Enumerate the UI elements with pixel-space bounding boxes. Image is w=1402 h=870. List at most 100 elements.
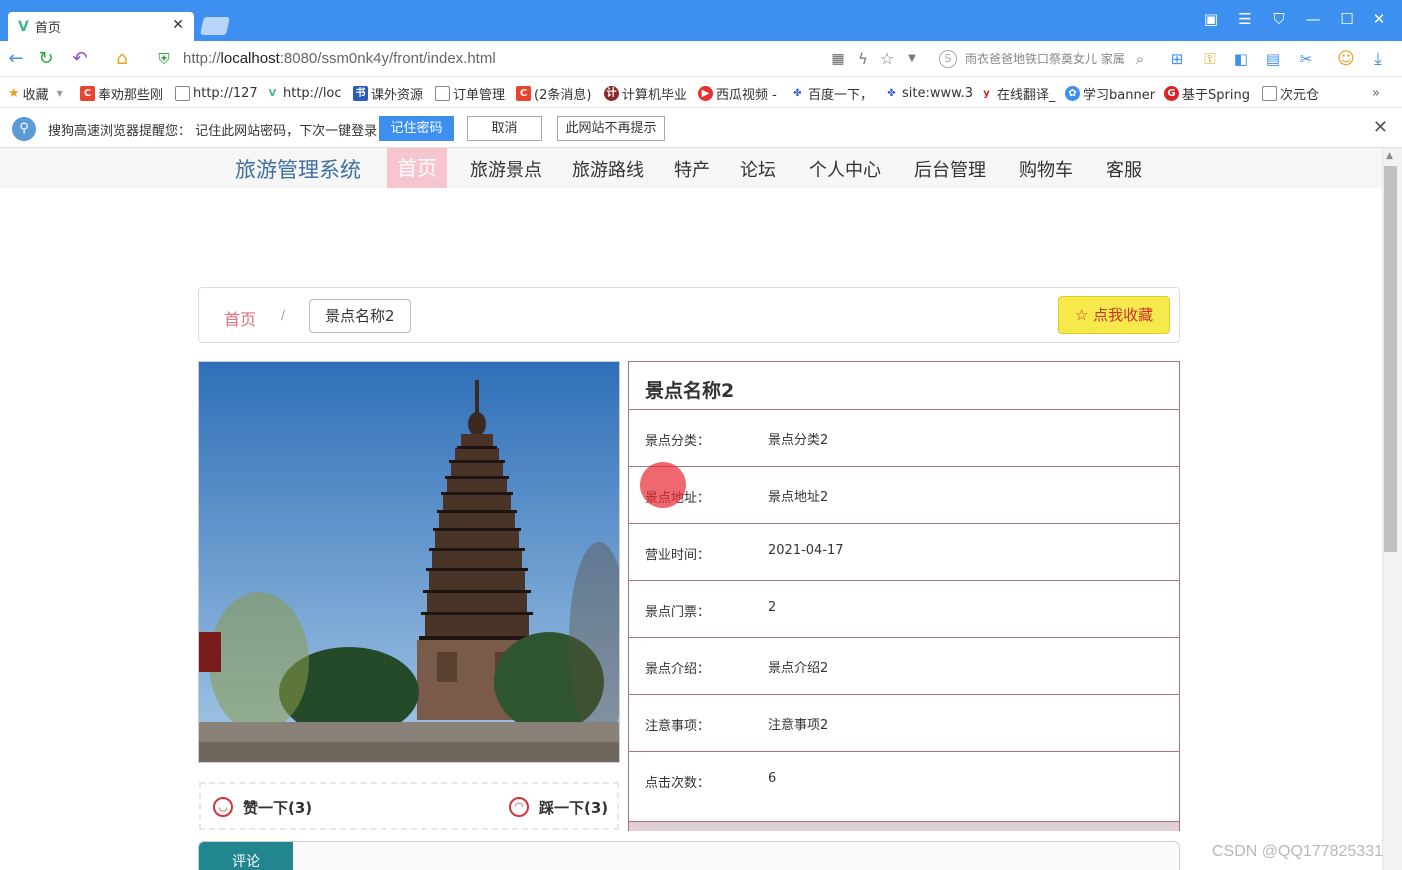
- frown-icon: ◠: [509, 797, 529, 817]
- skin-icon[interactable]: ⛉: [1266, 8, 1292, 30]
- detail-panel-footer: [629, 821, 1179, 831]
- search-icon[interactable]: ⌕: [1128, 48, 1152, 70]
- close-window-icon[interactable]: ✕: [1366, 8, 1392, 30]
- key-icon[interactable]: ⚿: [1198, 48, 1222, 70]
- bookmark-item[interactable]: 书课外资源: [353, 84, 423, 103]
- smile-icon: ◡: [213, 797, 233, 817]
- scroll-up-arrow-icon[interactable]: ▲: [1386, 151, 1393, 161]
- cancel-button[interactable]: 取消: [467, 116, 542, 141]
- close-tab-icon[interactable]: ✕: [172, 17, 184, 33]
- never-prompt-button[interactable]: 此网站不再提示: [557, 116, 665, 141]
- translate-icon[interactable]: ⊞: [1165, 48, 1189, 70]
- scissors-icon[interactable]: ✂: [1294, 48, 1318, 70]
- url-field[interactable]: http://localhost:8080/ssm0nk4y/front/ind…: [183, 50, 496, 67]
- nav-admin[interactable]: 后台管理: [914, 156, 986, 182]
- address-bar-row: ← ↻ ↶ ⌂ ⛨ http://localhost:8080/ssm0nk4y…: [0, 41, 1402, 77]
- bookmark-item[interactable]: C 奉劝那些刚: [80, 84, 163, 103]
- nav-service[interactable]: 客服: [1106, 156, 1142, 182]
- breadcrumb-separator: /: [281, 308, 286, 322]
- notes-icon[interactable]: ▤: [1261, 48, 1285, 70]
- csdn-icon: C: [80, 85, 95, 101]
- browser-tab[interactable]: V 首页 ✕: [8, 12, 194, 41]
- menu-icon[interactable]: ☰: [1232, 8, 1258, 30]
- back-icon[interactable]: ←: [4, 48, 28, 70]
- baidu-paw-icon: ✤: [884, 85, 899, 101]
- favorite-button[interactable]: ☆ 点我收藏: [1058, 296, 1170, 334]
- dislike-button[interactable]: 踩一下(3): [539, 797, 608, 818]
- scenic-detail-panel: 景点名称2 景点分类：景点分类2 景点地址：景点地址2 营业时间：2021-04…: [628, 361, 1180, 831]
- pagoda-image: [199, 362, 619, 762]
- watermark: CSDN @QQ177825331: [1212, 843, 1383, 860]
- breadcrumb-current: 景点名称2: [309, 299, 411, 333]
- remember-password-button[interactable]: 记住密码: [379, 116, 454, 141]
- nav-home[interactable]: 首页: [387, 148, 447, 188]
- nav-forum[interactable]: 论坛: [740, 156, 776, 182]
- scrollbar-thumb[interactable]: [1384, 166, 1397, 552]
- bookmark-item[interactable]: http://127: [175, 84, 258, 102]
- xigua-icon: ▶: [698, 85, 713, 101]
- tab-list-icon[interactable]: ▣: [1198, 8, 1224, 30]
- bookmark-item[interactable]: Vhttp://loc: [265, 84, 342, 102]
- more-bookmarks-icon[interactable]: »: [1372, 84, 1380, 102]
- undo-icon[interactable]: ↶: [68, 48, 92, 70]
- bookmark-item[interactable]: ✤ site:www.3: [884, 84, 973, 102]
- page-content: 旅游管理系统 首页 旅游景点 旅游路线 特产 论坛 个人中心 后台管理 购物车 …: [0, 148, 1382, 870]
- site-icon: 书: [353, 85, 368, 101]
- bookmark-item[interactable]: ✿ 学习banner: [1065, 84, 1155, 103]
- google-icon: G: [1164, 85, 1179, 101]
- site-navbar: 旅游管理系统 首页 旅游景点 旅游路线 特产 论坛 个人中心 后台管理 购物车 …: [0, 148, 1382, 188]
- password-prompt-bar: ⚲ 搜狗高速浏览器提醒您： 记住此网站密码，下次一键登录！ 记住密码 取消 此网…: [0, 109, 1402, 148]
- detail-row: 点击次数： 6: [629, 751, 1179, 808]
- close-icon[interactable]: ✕: [1373, 117, 1388, 138]
- password-prompt-message: 搜狗高速浏览器提醒您： 记住此网站密码，下次一键登录！: [48, 124, 391, 139]
- dropdown-icon[interactable]: ▼: [900, 48, 924, 70]
- tab-comment[interactable]: 评论: [199, 842, 293, 870]
- new-tab-button[interactable]: [200, 17, 230, 35]
- nav-routes[interactable]: 旅游路线: [572, 156, 644, 182]
- bookmark-item[interactable]: 次元仓: [1262, 84, 1319, 103]
- star-icon: ★: [8, 85, 20, 101]
- maximize-icon[interactable]: ☐: [1334, 8, 1360, 30]
- breadcrumb: 首页 / 景点名称2 ☆ 点我收藏: [198, 287, 1180, 343]
- bookmark-item[interactable]: C (2条消息): [516, 84, 591, 103]
- bookmark-item[interactable]: ✤ 百度一下，: [790, 84, 873, 103]
- nav-specialties[interactable]: 特产: [674, 156, 710, 182]
- star-bookmark-icon[interactable]: ☆: [875, 48, 899, 70]
- search-input[interactable]: S 雨衣爸爸地铁口祭奠女儿 家属: [935, 47, 1153, 71]
- scenic-photo: [198, 361, 620, 763]
- key-hint-icon: ⚲: [12, 117, 36, 141]
- detail-row: 景点门票： 2: [629, 580, 1179, 637]
- detail-row: 注意事项： 注意事项2: [629, 694, 1179, 751]
- page-icon: [175, 85, 190, 101]
- bookmark-item[interactable]: 计计算机毕业: [604, 84, 687, 103]
- detail-row: 景点地址：景点地址2: [629, 466, 1179, 523]
- minimize-icon[interactable]: —: [1300, 8, 1326, 30]
- nav-scenic-spots[interactable]: 旅游景点: [470, 156, 542, 182]
- browser-titlebar: V 首页 ✕ ▣ ☰ ⛉ — ☐ ✕: [0, 0, 1402, 41]
- download-icon[interactable]: ⤓: [1366, 48, 1390, 70]
- vue-logo-icon: V: [265, 85, 280, 101]
- like-button[interactable]: 赞一下(3): [243, 797, 312, 818]
- site-icon: 计: [604, 85, 619, 101]
- lightning-icon[interactable]: ϟ: [851, 48, 875, 70]
- extension-icon[interactable]: ◧: [1229, 48, 1253, 70]
- home-icon[interactable]: ⌂: [110, 48, 134, 70]
- bookmark-favorites[interactable]: ★ 收藏 ▼: [8, 84, 63, 103]
- site-title: 旅游管理系统: [235, 158, 361, 182]
- page-icon: [435, 85, 450, 101]
- nav-cart[interactable]: 购物车: [1019, 156, 1073, 182]
- bookmark-item[interactable]: y 在线翻译_: [979, 84, 1056, 103]
- bookmark-item[interactable]: G 基于Spring: [1164, 84, 1250, 103]
- sogou-search-icon: S: [939, 50, 957, 68]
- bookmark-item[interactable]: 订单管理: [435, 84, 505, 103]
- tab-title: 首页: [34, 21, 61, 36]
- bookmark-item[interactable]: ▶ 西瓜视频 -: [698, 84, 777, 103]
- site-icon: ✿: [1065, 85, 1080, 101]
- breadcrumb-home-link[interactable]: 首页: [224, 306, 256, 330]
- refresh-icon[interactable]: ↻: [34, 48, 58, 70]
- bookmarks-bar: ★ 收藏 ▼ C 奉劝那些刚 http://127 Vhttp://loc 书课外资源…: [0, 77, 1402, 108]
- nav-profile[interactable]: 个人中心: [809, 156, 881, 182]
- detail-row: 景点介绍： 景点介绍2: [629, 637, 1179, 694]
- qr-code-icon[interactable]: ▦: [826, 48, 850, 70]
- emoji-icon[interactable]: ☺: [1334, 48, 1358, 70]
